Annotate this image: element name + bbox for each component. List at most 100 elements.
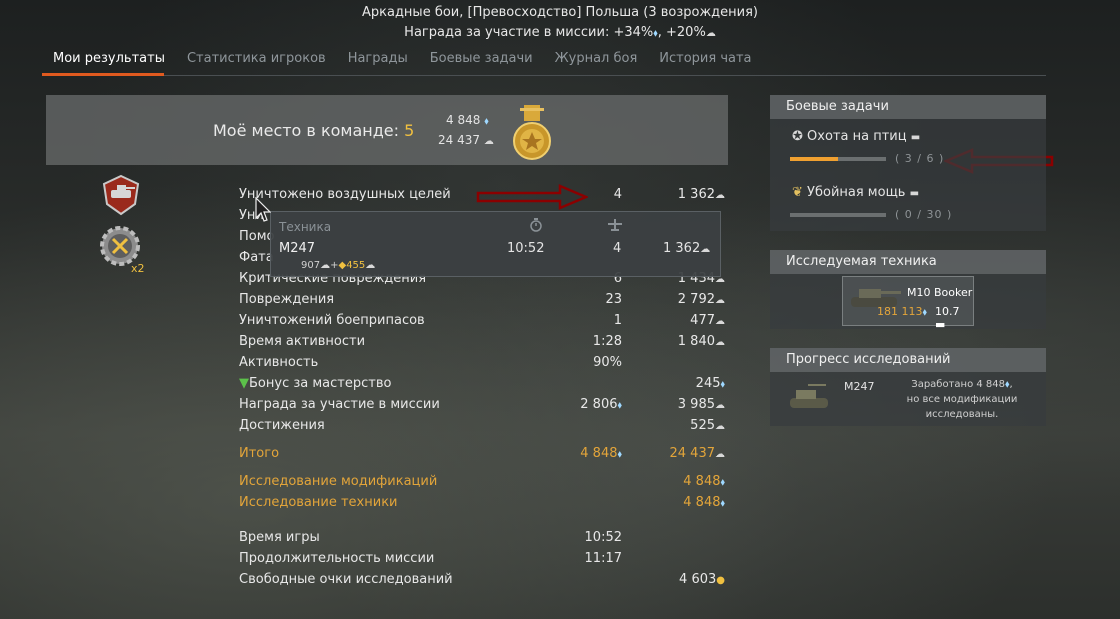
stat-count: 4 xyxy=(613,187,622,202)
tooltip-time: 10:52 xyxy=(507,241,545,256)
rp-icon: ⬧ xyxy=(922,307,928,318)
stat-reward-value: 1 840 xyxy=(677,334,715,349)
convertible-rp-icon: ● xyxy=(716,575,725,586)
silver-lion-icon: ☁ xyxy=(715,421,725,432)
tank-small-icon: ▬ xyxy=(910,132,921,143)
tooltip-kills: 4 xyxy=(613,241,622,256)
tank-small-icon: ▬ xyxy=(909,188,920,199)
task-item[interactable]: ✪ Охота на птиц ▬ xyxy=(792,129,920,144)
silver-lion-icon: ☁ xyxy=(715,400,725,411)
place-sl: 24 437 ☁ xyxy=(438,133,494,147)
results-tabs: Мои результаты Статистика игроков Наград… xyxy=(42,46,763,76)
tab-chat-history[interactable]: История чата xyxy=(648,46,762,75)
researched-vehicle-br-value: 10.7 xyxy=(935,305,960,318)
research-progress-title: Прогресс исследований xyxy=(770,348,1046,372)
research-earned-line: Заработано 4 848⬧, xyxy=(911,379,1013,390)
task-progress-bar xyxy=(790,157,886,161)
place-rp-value: 4 848 xyxy=(446,113,481,127)
battle-tasks-title: Боевые задачи xyxy=(770,95,1046,119)
tab-player-stats[interactable]: Статистика игроков xyxy=(176,46,337,75)
research-progress-note: Заработано 4 848⬧, но все модификации ис… xyxy=(890,377,1034,422)
stat-row: Активность 90% xyxy=(239,355,739,375)
active-tab-indicator xyxy=(42,73,164,76)
free-rp-row: Свободные очки исследований 4 603● xyxy=(239,572,739,592)
total-row: Итого 4 848⬧ 24 437☁ xyxy=(239,446,739,466)
battle-tasks-panel: Боевые задачи ✪ Охота на птиц ▬ ( 3 / 6 … xyxy=(770,95,1046,231)
vehicle-research-label: Исследование техники xyxy=(239,495,398,510)
task-item[interactable]: ❦ Убойная мощь ▬ xyxy=(792,185,919,200)
red-arrow-annotation xyxy=(476,184,588,210)
free-rp-value: 4 603● xyxy=(679,572,725,587)
task-progress-bar xyxy=(790,213,886,217)
silver-lion-icon: ☁ xyxy=(715,316,725,327)
team-place: Моё место в команде: 5 xyxy=(213,121,414,140)
task-name: Охота на птиц xyxy=(807,129,907,144)
silver-lion-icon: ☁ xyxy=(320,260,331,271)
stat-count-value: 2 806 xyxy=(580,397,618,412)
stat-label: Повреждения xyxy=(239,292,335,307)
stat-row: Повреждения 23 2 792☁ xyxy=(239,292,739,312)
researched-vehicle-xp: 181 113⬧ xyxy=(877,305,927,318)
research-line2: но все модификации xyxy=(906,394,1018,405)
mod-research-label: Исследование модификаций xyxy=(239,474,438,489)
researched-vehicle-card[interactable]: M10 Booker 181 113⬧ 10.7 ▬ xyxy=(842,276,974,331)
tooltip-breakdown-a: 907 xyxy=(301,260,321,271)
tooltip-breakdown-b: 455 xyxy=(346,260,366,271)
silver-lion-icon: ☁ xyxy=(365,260,376,271)
researched-vehicle-br: 10.7 ▬ xyxy=(935,305,960,331)
task-progress-text: ( 3 / 6 ) xyxy=(895,152,945,165)
stat-reward-value: 3 985 xyxy=(677,397,715,412)
task-star-icon: ✪ xyxy=(792,129,803,144)
rp-icon: ⬧ xyxy=(720,379,726,390)
stat-reward: 245⬧ xyxy=(696,376,725,391)
silver-lion-icon: ☁ xyxy=(483,136,494,147)
stat-label: Уничтожений боеприпасов xyxy=(239,313,425,328)
silver-lion-icon: ☁ xyxy=(715,337,725,348)
stat-reward: 477☁ xyxy=(690,313,725,328)
silver-lion-icon: ☁ xyxy=(715,295,725,306)
mission-duration-value: 11:17 xyxy=(584,551,622,566)
stat-reward: 1 840☁ xyxy=(678,334,725,349)
task-progress-fill xyxy=(790,157,838,161)
stat-reward: 525☁ xyxy=(690,418,725,433)
total-rp: 4 848⬧ xyxy=(580,446,622,461)
tab-awards[interactable]: Награды xyxy=(337,46,419,75)
free-rp-number: 4 603 xyxy=(679,572,717,587)
stat-reward: 3 985☁ xyxy=(678,397,725,412)
tab-my-results[interactable]: Мои результаты xyxy=(42,46,176,75)
stat-label: Активность xyxy=(239,355,319,370)
rp-icon: ⬧ xyxy=(720,498,726,509)
tank-achievement-icon xyxy=(102,174,140,216)
stat-count: 1 xyxy=(613,313,622,328)
researched-vehicle-name: M10 Booker xyxy=(907,286,973,299)
mastery-chevron-icon: ▼ xyxy=(239,376,249,391)
game-time-row: Время игры 10:52 xyxy=(239,530,739,550)
team-place-value: 5 xyxy=(404,121,415,140)
stat-label: Время активности xyxy=(239,334,366,349)
silver-lion-icon: ☁ xyxy=(715,449,725,460)
stat-label: Фата xyxy=(239,250,274,265)
stat-reward-value: 2 792 xyxy=(677,292,715,307)
mission-duration-row: Продолжительность миссии 11:17 xyxy=(239,551,739,571)
stat-row: Достижения 525☁ xyxy=(239,418,739,438)
tab-battle-log[interactable]: Журнал боя xyxy=(544,46,649,75)
mouse-cursor-icon xyxy=(255,197,271,222)
team-place-panel: Моё место в команде: 5 4 848 ⬧ 24 437 ☁ xyxy=(46,95,728,165)
tabs-divider xyxy=(42,75,1046,76)
stat-label: Награда за участие в миссии xyxy=(239,397,440,412)
vehicle-research-value: 4 848⬧ xyxy=(683,495,725,510)
research-line3: исследованы. xyxy=(925,409,999,420)
stat-reward: 2 792☁ xyxy=(678,292,725,307)
rp-icon: ⬧ xyxy=(617,449,623,460)
task-progress-text: ( 0 / 30 ) xyxy=(895,208,953,221)
tooltip-breakdown: 907☁+◆455☁ xyxy=(301,260,376,271)
stat-count: 1:28 xyxy=(592,334,622,349)
stat-reward: 1 362☁ xyxy=(678,187,725,202)
rp-icon: ⬧ xyxy=(720,477,726,488)
research-progress-panel: Прогресс исследований M247 Заработано 4 … xyxy=(770,348,1046,426)
rp-icon: ⬧ xyxy=(617,400,623,411)
team-place-label: Моё место в команде: xyxy=(213,121,405,140)
silver-lion-icon: ☁ xyxy=(715,190,725,201)
tab-battle-tasks[interactable]: Боевые задачи xyxy=(419,46,544,75)
stat-reward-value: 245 xyxy=(695,376,721,391)
